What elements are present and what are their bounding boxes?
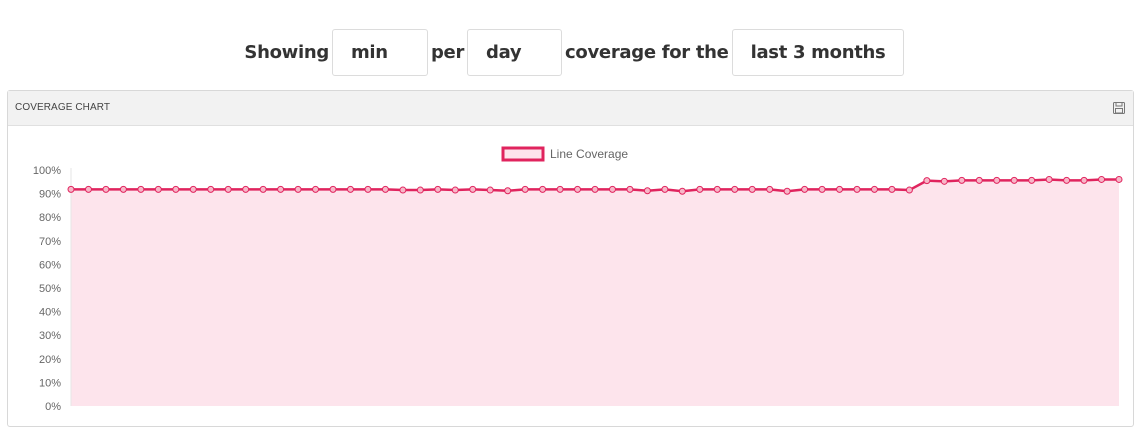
data-point bbox=[399, 186, 407, 194]
data-point bbox=[1080, 176, 1088, 184]
data-point bbox=[766, 185, 774, 193]
coverage-area-fill bbox=[71, 179, 1119, 406]
data-point bbox=[923, 177, 931, 185]
data-point bbox=[294, 185, 302, 193]
data-point bbox=[556, 185, 564, 193]
data-point bbox=[696, 185, 704, 193]
y-tick-label: 50% bbox=[39, 283, 61, 295]
data-point bbox=[207, 185, 215, 193]
data-point bbox=[329, 185, 337, 193]
data-point bbox=[1115, 175, 1123, 183]
data-point bbox=[940, 177, 948, 185]
y-tick-label: 0% bbox=[45, 401, 61, 413]
data-point bbox=[521, 185, 529, 193]
data-point bbox=[346, 185, 354, 193]
data-point bbox=[242, 185, 250, 193]
data-point bbox=[1063, 176, 1071, 184]
data-point bbox=[119, 185, 127, 193]
data-point bbox=[870, 185, 878, 193]
data-point bbox=[1098, 175, 1106, 183]
data-point bbox=[853, 185, 861, 193]
y-tick-label: 30% bbox=[39, 330, 61, 342]
data-point bbox=[818, 185, 826, 193]
data-point bbox=[905, 186, 913, 194]
data-point bbox=[888, 185, 896, 193]
y-tick-label: 70% bbox=[39, 236, 61, 248]
y-tick-label: 40% bbox=[39, 307, 61, 319]
data-point bbox=[748, 185, 756, 193]
data-point bbox=[801, 185, 809, 193]
data-point bbox=[993, 176, 1001, 184]
data-point bbox=[224, 185, 232, 193]
data-point bbox=[836, 185, 844, 193]
data-point bbox=[154, 185, 162, 193]
data-point bbox=[172, 185, 180, 193]
data-point bbox=[312, 185, 320, 193]
data-point bbox=[1045, 175, 1053, 183]
data-point bbox=[1010, 176, 1018, 184]
data-point bbox=[661, 185, 669, 193]
data-point bbox=[958, 176, 966, 184]
y-tick-label: 60% bbox=[39, 259, 61, 271]
data-point bbox=[381, 185, 389, 193]
data-point bbox=[102, 185, 110, 193]
legend-label[interactable]: Line Coverage bbox=[550, 147, 628, 161]
data-point bbox=[416, 186, 424, 194]
data-point bbox=[469, 185, 477, 193]
y-tick-label: 90% bbox=[39, 189, 61, 201]
data-point bbox=[643, 187, 651, 195]
data-point bbox=[434, 185, 442, 193]
data-point bbox=[713, 185, 721, 193]
data-point bbox=[1028, 176, 1036, 184]
data-point bbox=[626, 185, 634, 193]
data-point bbox=[539, 185, 547, 193]
data-point bbox=[783, 187, 791, 195]
data-point bbox=[608, 185, 616, 193]
data-point bbox=[364, 185, 372, 193]
data-point bbox=[678, 187, 686, 195]
data-point bbox=[731, 185, 739, 193]
data-point bbox=[137, 185, 145, 193]
data-point bbox=[84, 185, 92, 193]
data-point bbox=[451, 186, 459, 194]
data-point bbox=[189, 185, 197, 193]
data-point bbox=[504, 187, 512, 195]
data-point bbox=[574, 185, 582, 193]
data-point bbox=[67, 185, 75, 193]
y-tick-label: 80% bbox=[39, 212, 61, 224]
data-point bbox=[277, 185, 285, 193]
data-point bbox=[975, 176, 983, 184]
data-point bbox=[486, 186, 494, 194]
data-point bbox=[259, 185, 267, 193]
y-tick-label: 100% bbox=[33, 165, 61, 177]
data-point bbox=[591, 185, 599, 193]
y-tick-label: 20% bbox=[39, 354, 61, 366]
y-tick-label: 10% bbox=[39, 377, 61, 389]
legend-swatch[interactable] bbox=[501, 146, 545, 162]
coverage-chart: 0% 10% 20% 30% 40% 50% 60% 70% 80% 90% 100% Line C… bbox=[33, 146, 1123, 413]
